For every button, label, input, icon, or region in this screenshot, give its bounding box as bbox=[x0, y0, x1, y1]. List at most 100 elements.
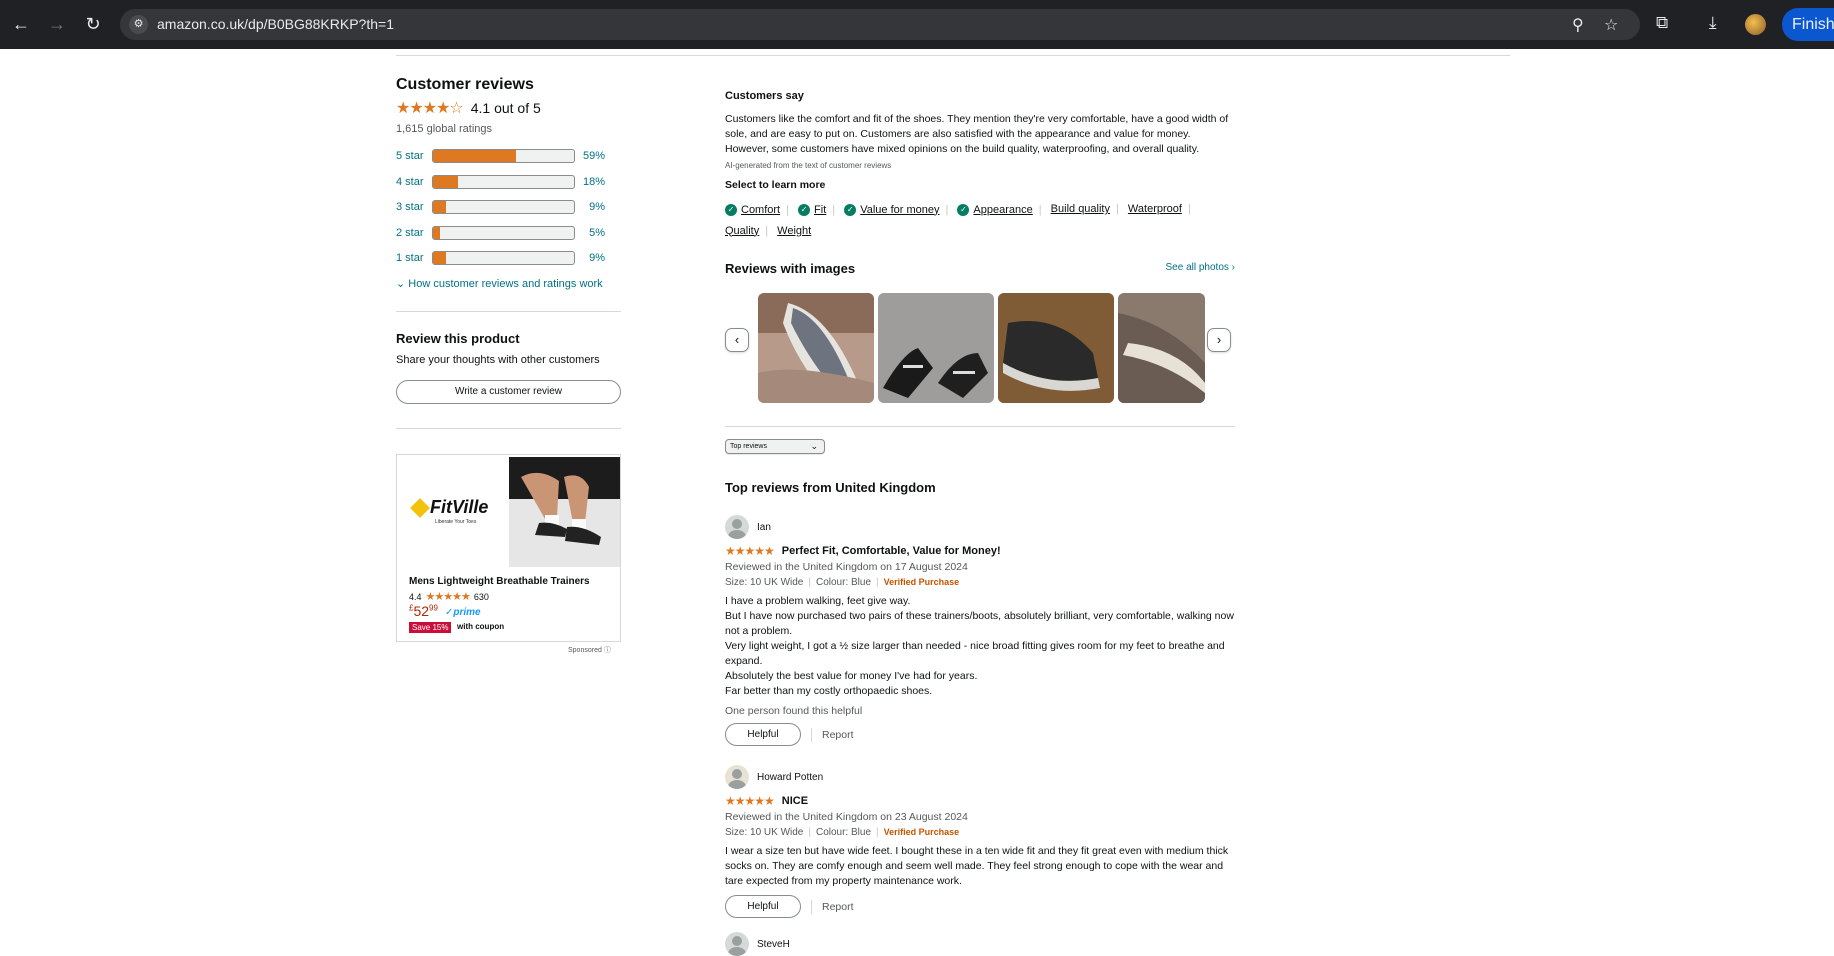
histogram-label[interactable]: 2 star bbox=[396, 227, 432, 239]
histogram-bar[interactable] bbox=[432, 175, 575, 189]
aspect-label[interactable]: Fit bbox=[814, 200, 826, 221]
avatar[interactable] bbox=[725, 765, 749, 789]
helpful-button[interactable]: Helpful bbox=[725, 723, 801, 746]
download-icon[interactable]: ⤓ bbox=[1709, 13, 1717, 33]
extensions-icon[interactable]: ⧉ bbox=[1656, 13, 1668, 33]
histogram-row-2[interactable]: 2 star 5% bbox=[396, 225, 605, 241]
histogram-label[interactable]: 5 star bbox=[396, 150, 432, 162]
reviewer-profile[interactable]: Howard Potten bbox=[725, 765, 1235, 789]
reviewer-name[interactable]: SteveH bbox=[757, 939, 790, 950]
write-review-button[interactable]: Write a customer review bbox=[396, 380, 621, 404]
site-info-icon[interactable]: ⚙ bbox=[129, 15, 148, 34]
histogram-label[interactable]: 1 star bbox=[396, 252, 432, 264]
aspect-build-quality[interactable]: Build quality | bbox=[1051, 199, 1125, 220]
sponsored-ad[interactable]: FitVille Liberate Your Toes Mens Lightwe… bbox=[396, 454, 621, 642]
ai-generated-note: AI-generated from the text of customer r… bbox=[725, 161, 892, 170]
histogram-percent[interactable]: 18% bbox=[575, 176, 605, 188]
review-body-line: Very light weight, I got a ½ size larger… bbox=[725, 640, 1225, 667]
average-rating: ★★★★☆ 4.1 out of 5 bbox=[396, 98, 541, 118]
histogram-bar[interactable] bbox=[432, 149, 575, 163]
star-rating-icon[interactable]: ★★★★★ bbox=[725, 544, 775, 558]
review-image-thumb[interactable] bbox=[878, 293, 994, 403]
check-circle-icon: ✓ bbox=[957, 204, 970, 216]
histogram-bar[interactable] bbox=[432, 200, 575, 214]
histogram-label[interactable]: 3 star bbox=[396, 201, 432, 213]
aspect-label[interactable]: Build quality bbox=[1051, 199, 1110, 220]
aspect-label[interactable]: Waterproof bbox=[1128, 199, 1182, 220]
reviews-with-images-heading: Reviews with images bbox=[725, 261, 856, 276]
fitville-logo[interactable]: FitVille bbox=[410, 497, 488, 519]
helpful-button[interactable]: Helpful bbox=[725, 895, 801, 918]
histogram-row-5[interactable]: 5 star 59% bbox=[396, 148, 605, 164]
finish-button[interactable]: Finish bbox=[1782, 8, 1834, 41]
histogram-bar[interactable] bbox=[432, 226, 575, 240]
ad-tagline: Liberate Your Toes bbox=[435, 519, 477, 525]
histogram-row-1[interactable]: 1 star 9% bbox=[396, 250, 605, 266]
logo-mark-icon bbox=[410, 498, 430, 519]
global-ratings-count: 1,615 global ratings bbox=[396, 123, 493, 135]
review-colour[interactable]: Colour: Blue bbox=[816, 827, 871, 838]
sponsored-label[interactable]: Sponsored ⓘ bbox=[568, 645, 611, 655]
avatar[interactable] bbox=[725, 932, 749, 956]
review-colour[interactable]: Colour: Blue bbox=[816, 577, 871, 588]
sponsored-text[interactable]: Sponsored bbox=[568, 647, 602, 654]
ad-product-image[interactable] bbox=[509, 457, 620, 567]
zoom-icon[interactable]: ⚲ bbox=[1572, 15, 1584, 35]
how-ratings-work-link[interactable]: ⌄ How customer reviews and ratings work bbox=[396, 277, 603, 290]
forward-arrow-icon[interactable]: → bbox=[46, 13, 68, 35]
review-title[interactable]: NICE bbox=[782, 795, 808, 807]
how-ratings-work-text[interactable]: How customer reviews and ratings work bbox=[408, 278, 602, 290]
aspect-label[interactable]: Weight bbox=[777, 221, 811, 242]
ad-title[interactable]: Mens Lightweight Breathable Trainers bbox=[409, 576, 590, 587]
aspect-label[interactable]: Quality bbox=[725, 221, 759, 242]
review-title[interactable]: Perfect Fit, Comfortable, Value for Mone… bbox=[782, 545, 1001, 557]
divider bbox=[725, 426, 1235, 427]
sort-selected-value[interactable]: Top reviews bbox=[730, 443, 767, 450]
review-image-thumb[interactable] bbox=[998, 293, 1114, 403]
histogram-fill bbox=[433, 176, 459, 188]
aspect-label[interactable]: Appearance bbox=[973, 200, 1032, 221]
reviewer-profile[interactable]: SteveH bbox=[725, 932, 1235, 956]
review-size[interactable]: Size: 10 UK Wide bbox=[725, 827, 803, 838]
sort-reviews-select[interactable]: Top reviews ⌄ bbox=[725, 439, 825, 454]
reviewer-name[interactable]: Ian bbox=[757, 522, 771, 533]
histogram-bar[interactable] bbox=[432, 251, 575, 265]
aspect-waterproof[interactable]: Waterproof | bbox=[1128, 199, 1197, 220]
aspect-fit[interactable]: ✓ Fit | bbox=[798, 200, 841, 221]
back-arrow-icon[interactable]: ← bbox=[10, 13, 32, 35]
reviewer-name[interactable]: Howard Potten bbox=[757, 772, 823, 783]
histogram-percent[interactable]: 9% bbox=[575, 252, 605, 264]
histogram-row-4[interactable]: 4 star 18% bbox=[396, 174, 605, 190]
aspect-label[interactable]: Comfort bbox=[741, 200, 780, 221]
aspect-appearance[interactable]: ✓ Appearance | bbox=[957, 200, 1047, 221]
review-image-thumb[interactable] bbox=[1118, 293, 1205, 403]
carousel-prev-button[interactable]: ‹ bbox=[725, 328, 749, 352]
histogram-percent[interactable]: 5% bbox=[575, 227, 605, 239]
carousel-next-button[interactable]: › bbox=[1207, 328, 1231, 352]
ad-rating-value: 4.4 bbox=[409, 591, 422, 602]
histogram-row-3[interactable]: 3 star 9% bbox=[396, 199, 605, 215]
url-text[interactable]: amazon.co.uk/dp/B0BG88KRKP?th=1 bbox=[157, 16, 394, 32]
aspect-quality[interactable]: Quality | bbox=[725, 221, 774, 242]
aspect-label[interactable]: Value for money bbox=[860, 200, 939, 221]
report-link[interactable]: Report bbox=[811, 727, 854, 742]
aspect-weight[interactable]: Weight bbox=[777, 221, 811, 242]
review-image-thumb[interactable] bbox=[758, 293, 874, 403]
bookmark-star-icon[interactable]: ☆ bbox=[1604, 15, 1618, 35]
histogram-percent[interactable]: 9% bbox=[575, 201, 605, 213]
review-attributes: Size: 10 UK Wide | Colour: Blue | Verified P… bbox=[725, 825, 1235, 840]
aspect-value-for-money[interactable]: ✓ Value for money | bbox=[844, 200, 954, 221]
avatar[interactable] bbox=[725, 515, 749, 539]
address-bar[interactable]: ⚙ amazon.co.uk/dp/B0BG88KRKP?th=1 ⚲ ☆ bbox=[120, 9, 1640, 40]
see-all-photos-link[interactable]: See all photos › bbox=[1166, 262, 1236, 273]
star-rating-icon[interactable]: ★★★★★ bbox=[725, 794, 775, 808]
info-icon[interactable]: ⓘ bbox=[604, 647, 611, 654]
review-size[interactable]: Size: 10 UK Wide bbox=[725, 577, 803, 588]
reviewer-profile[interactable]: Ian bbox=[725, 515, 1235, 539]
histogram-percent[interactable]: 59% bbox=[575, 150, 605, 162]
reload-icon[interactable]: ↻ bbox=[82, 13, 104, 35]
profile-avatar[interactable] bbox=[1745, 14, 1766, 35]
aspect-comfort[interactable]: ✓ Comfort | bbox=[725, 200, 795, 221]
report-link[interactable]: Report bbox=[811, 899, 854, 914]
histogram-label[interactable]: 4 star bbox=[396, 176, 432, 188]
